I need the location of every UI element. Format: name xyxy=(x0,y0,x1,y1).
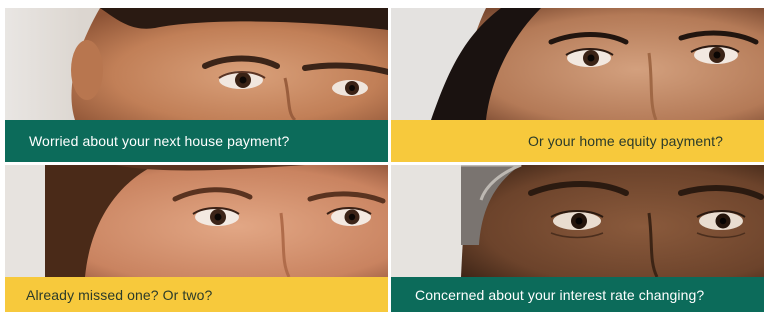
caption-band: Already missed one? Or two? xyxy=(5,277,388,312)
face-photo-man xyxy=(5,8,388,120)
panel-bottom-right: Concerned about your interest rate chang… xyxy=(391,165,764,312)
panel-top-left: Worried about your next house payment? xyxy=(5,8,388,162)
caption-band: Concerned about your interest rate chang… xyxy=(391,277,764,312)
caption-text: Or your home equity payment? xyxy=(527,133,723,149)
caption-band: Or your home equity payment? xyxy=(391,120,764,162)
panel-top-right: Or your home equity payment? xyxy=(391,8,764,162)
caption-band: Worried about your next house payment? xyxy=(5,120,388,162)
caption-text: Worried about your next house payment? xyxy=(29,133,290,149)
panel-bottom-left: Already missed one? Or two? xyxy=(5,165,388,312)
caption-text: Already missed one? Or two? xyxy=(26,286,213,303)
face-photo-woman-brown-hair xyxy=(5,165,388,277)
caption-text: Concerned about your interest rate chang… xyxy=(415,286,705,303)
face-photo-older-man xyxy=(391,165,764,277)
face-photo-woman-dark-hair xyxy=(391,8,764,120)
ad-grid: Worried about your next house payment? O… xyxy=(5,8,764,314)
